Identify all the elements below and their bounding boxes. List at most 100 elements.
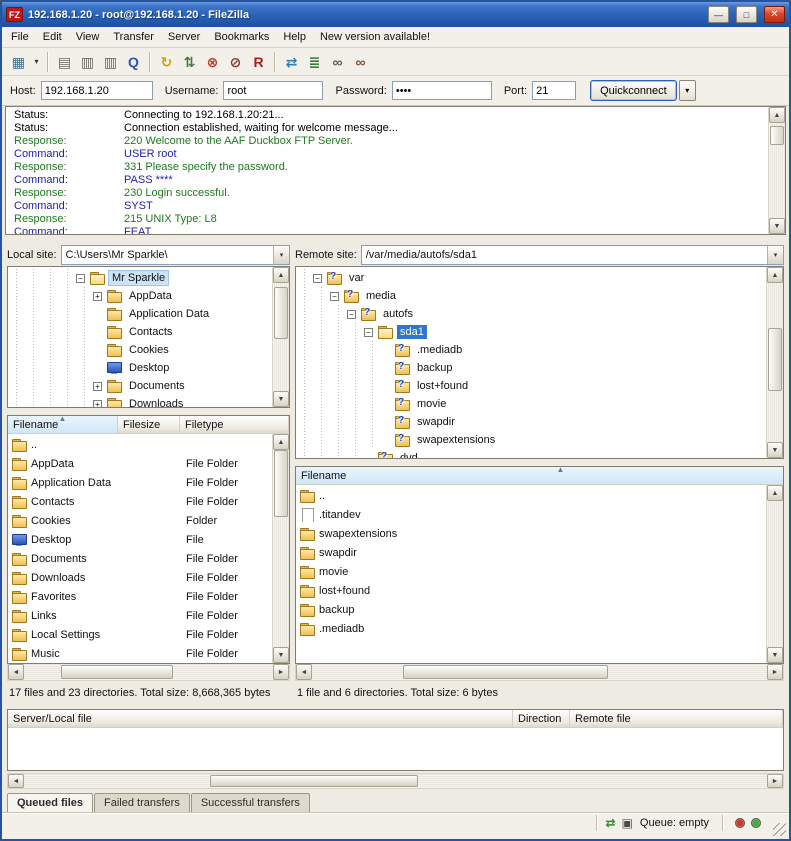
scroll-up-button[interactable]: ▲ xyxy=(273,434,289,450)
menu-item-help[interactable]: Help xyxy=(276,28,313,46)
local-tree-splitter[interactable] xyxy=(7,408,290,415)
toggle-local-tree-button[interactable]: ▥ xyxy=(76,51,99,73)
expand-toggle[interactable]: + xyxy=(93,382,102,391)
reconnect-button[interactable]: R xyxy=(247,51,270,73)
local-list-hscrollbar[interactable]: ◄► xyxy=(7,664,290,681)
tab-successful-transfers[interactable]: Successful transfers xyxy=(191,793,310,812)
file-row-contacts[interactable]: ContactsFile Folder xyxy=(8,492,272,511)
remote-tree-splitter[interactable] xyxy=(295,459,784,466)
remote-site-dropdown-icon[interactable]: ▾ xyxy=(767,246,783,264)
expand-toggle[interactable]: + xyxy=(93,400,102,408)
refresh-button[interactable]: ↻ xyxy=(155,51,178,73)
scroll-down-button[interactable]: ▼ xyxy=(767,647,783,663)
tree-item-application-data[interactable]: Application Data xyxy=(8,305,272,323)
scroll-down-button[interactable]: ▼ xyxy=(273,391,289,407)
file-row-swapextensions[interactable]: swapextensions xyxy=(296,524,766,543)
tree-item-autofs[interactable]: −?autofs xyxy=(296,305,766,323)
tree-item-var[interactable]: −?var xyxy=(296,269,766,287)
file-row-favorites[interactable]: FavoritesFile Folder xyxy=(8,587,272,606)
file-row-desktop[interactable]: DesktopFile xyxy=(8,530,272,549)
scroll-track[interactable] xyxy=(24,664,273,680)
site-manager-dropdown-button[interactable]: ▾ xyxy=(30,51,43,73)
password-input[interactable] xyxy=(392,81,492,100)
scroll-track[interactable] xyxy=(273,283,289,391)
menu-item-edit[interactable]: Edit xyxy=(36,28,69,46)
scroll-track[interactable] xyxy=(767,283,783,442)
tree-item-swapextensions[interactable]: ?swapextensions xyxy=(296,431,766,449)
file-row-downloads[interactable]: DownloadsFile Folder xyxy=(8,568,272,587)
file-row-item[interactable]: .. xyxy=(8,435,272,454)
scroll-up-button[interactable]: ▲ xyxy=(769,107,785,123)
scroll-down-button[interactable]: ▼ xyxy=(767,442,783,458)
scroll-thumb[interactable] xyxy=(61,665,173,679)
local-tree-scrollbar[interactable]: ▲▼ xyxy=(272,267,289,407)
toggle-queue-button[interactable]: Q xyxy=(122,51,145,73)
file-row-movie[interactable]: movie xyxy=(296,562,766,581)
quickconnect-button[interactable]: Quickconnect xyxy=(590,80,677,101)
toggle-remote-tree-button[interactable]: ▥ xyxy=(99,51,122,73)
scroll-right-button[interactable]: ► xyxy=(273,664,289,680)
process-queue-button[interactable]: ⇅ xyxy=(178,51,201,73)
file-row-lost-found[interactable]: lost+found xyxy=(296,581,766,600)
scroll-up-button[interactable]: ▲ xyxy=(767,485,783,501)
directory-comparison-status-icon[interactable]: ⇄ xyxy=(606,816,616,830)
column-header-filename[interactable]: Filename▲ xyxy=(296,467,783,484)
file-row-appdata[interactable]: AppDataFile Folder xyxy=(8,454,272,473)
file-row-backup[interactable]: backup xyxy=(296,600,766,619)
remote-tree-scrollbar[interactable]: ▲▼ xyxy=(766,267,783,458)
scroll-right-button[interactable]: ► xyxy=(767,774,783,788)
cancel-button[interactable]: ⊗ xyxy=(201,51,224,73)
tree-item-media[interactable]: −?media xyxy=(296,287,766,305)
collapse-toggle[interactable]: − xyxy=(364,328,373,337)
column-header-remote-file[interactable]: Remote file xyxy=(570,710,783,727)
file-row-documents[interactable]: DocumentsFile Folder xyxy=(8,549,272,568)
site-manager-button[interactable]: ▦ xyxy=(7,51,30,73)
tree-item-contacts[interactable]: Contacts xyxy=(8,323,272,341)
close-button[interactable]: ✕ xyxy=(764,6,785,23)
column-header-filesize[interactable]: Filesize xyxy=(118,416,180,433)
tree-item-backup[interactable]: ?backup xyxy=(296,359,766,377)
scroll-right-button[interactable]: ► xyxy=(767,664,783,680)
tree-item-downloads[interactable]: +Downloads xyxy=(8,395,272,407)
tree-item-dvd[interactable]: ?dvd xyxy=(296,449,766,458)
host-input[interactable] xyxy=(41,81,153,100)
column-header-server-local-file[interactable]: Server/Local file xyxy=(8,710,513,727)
collapse-toggle[interactable]: − xyxy=(347,310,356,319)
collapse-toggle[interactable]: − xyxy=(330,292,339,301)
log-splitter[interactable] xyxy=(2,235,789,244)
port-input[interactable] xyxy=(532,81,576,100)
scroll-thumb[interactable] xyxy=(768,328,782,392)
find-files-button[interactable]: ∞ xyxy=(349,51,372,73)
tree-item-sda1[interactable]: −sda1 xyxy=(296,323,766,341)
local-site-dropdown-icon[interactable]: ▾ xyxy=(273,246,289,264)
menu-item-transfer[interactable]: Transfer xyxy=(106,28,161,46)
scroll-thumb[interactable] xyxy=(274,450,288,517)
scroll-thumb[interactable] xyxy=(403,665,608,679)
local-site-combobox[interactable]: C:\Users\Mr Sparkle\ ▾ xyxy=(61,245,290,265)
tab-queued-files[interactable]: Queued files xyxy=(7,793,93,812)
scroll-thumb[interactable] xyxy=(770,126,784,145)
directory-comparison-button[interactable]: ⇄ xyxy=(280,51,303,73)
file-row-music[interactable]: MusicFile Folder xyxy=(8,644,272,663)
scroll-track[interactable] xyxy=(312,664,767,680)
maximize-button[interactable]: □ xyxy=(736,6,757,23)
scroll-down-button[interactable]: ▼ xyxy=(769,218,785,234)
menu-item-new-version-available[interactable]: New version available! xyxy=(313,28,437,46)
tree-item-movie[interactable]: ?movie xyxy=(296,395,766,413)
message-log-scrollbar[interactable]: ▲▼ xyxy=(768,107,785,234)
synchronized-browsing-button[interactable]: ≣ xyxy=(303,51,326,73)
toggle-message-log-button[interactable]: ▤ xyxy=(53,51,76,73)
scroll-left-button[interactable]: ◄ xyxy=(296,664,312,680)
disconnect-button[interactable]: ⊘ xyxy=(224,51,247,73)
scroll-left-button[interactable]: ◄ xyxy=(8,664,24,680)
expand-toggle[interactable]: + xyxy=(93,292,102,301)
tree-item-appdata[interactable]: +AppData xyxy=(8,287,272,305)
scroll-thumb[interactable] xyxy=(210,775,418,787)
menu-item-bookmarks[interactable]: Bookmarks xyxy=(207,28,276,46)
tree-item-lost-found[interactable]: ?lost+found xyxy=(296,377,766,395)
tree-item-documents[interactable]: +Documents xyxy=(8,377,272,395)
quickconnect-dropdown-button[interactable]: ▾ xyxy=(679,80,696,101)
scroll-track[interactable] xyxy=(273,450,289,647)
scroll-left-button[interactable]: ◄ xyxy=(8,774,24,788)
file-row-mediadb[interactable]: .mediadb xyxy=(296,619,766,638)
